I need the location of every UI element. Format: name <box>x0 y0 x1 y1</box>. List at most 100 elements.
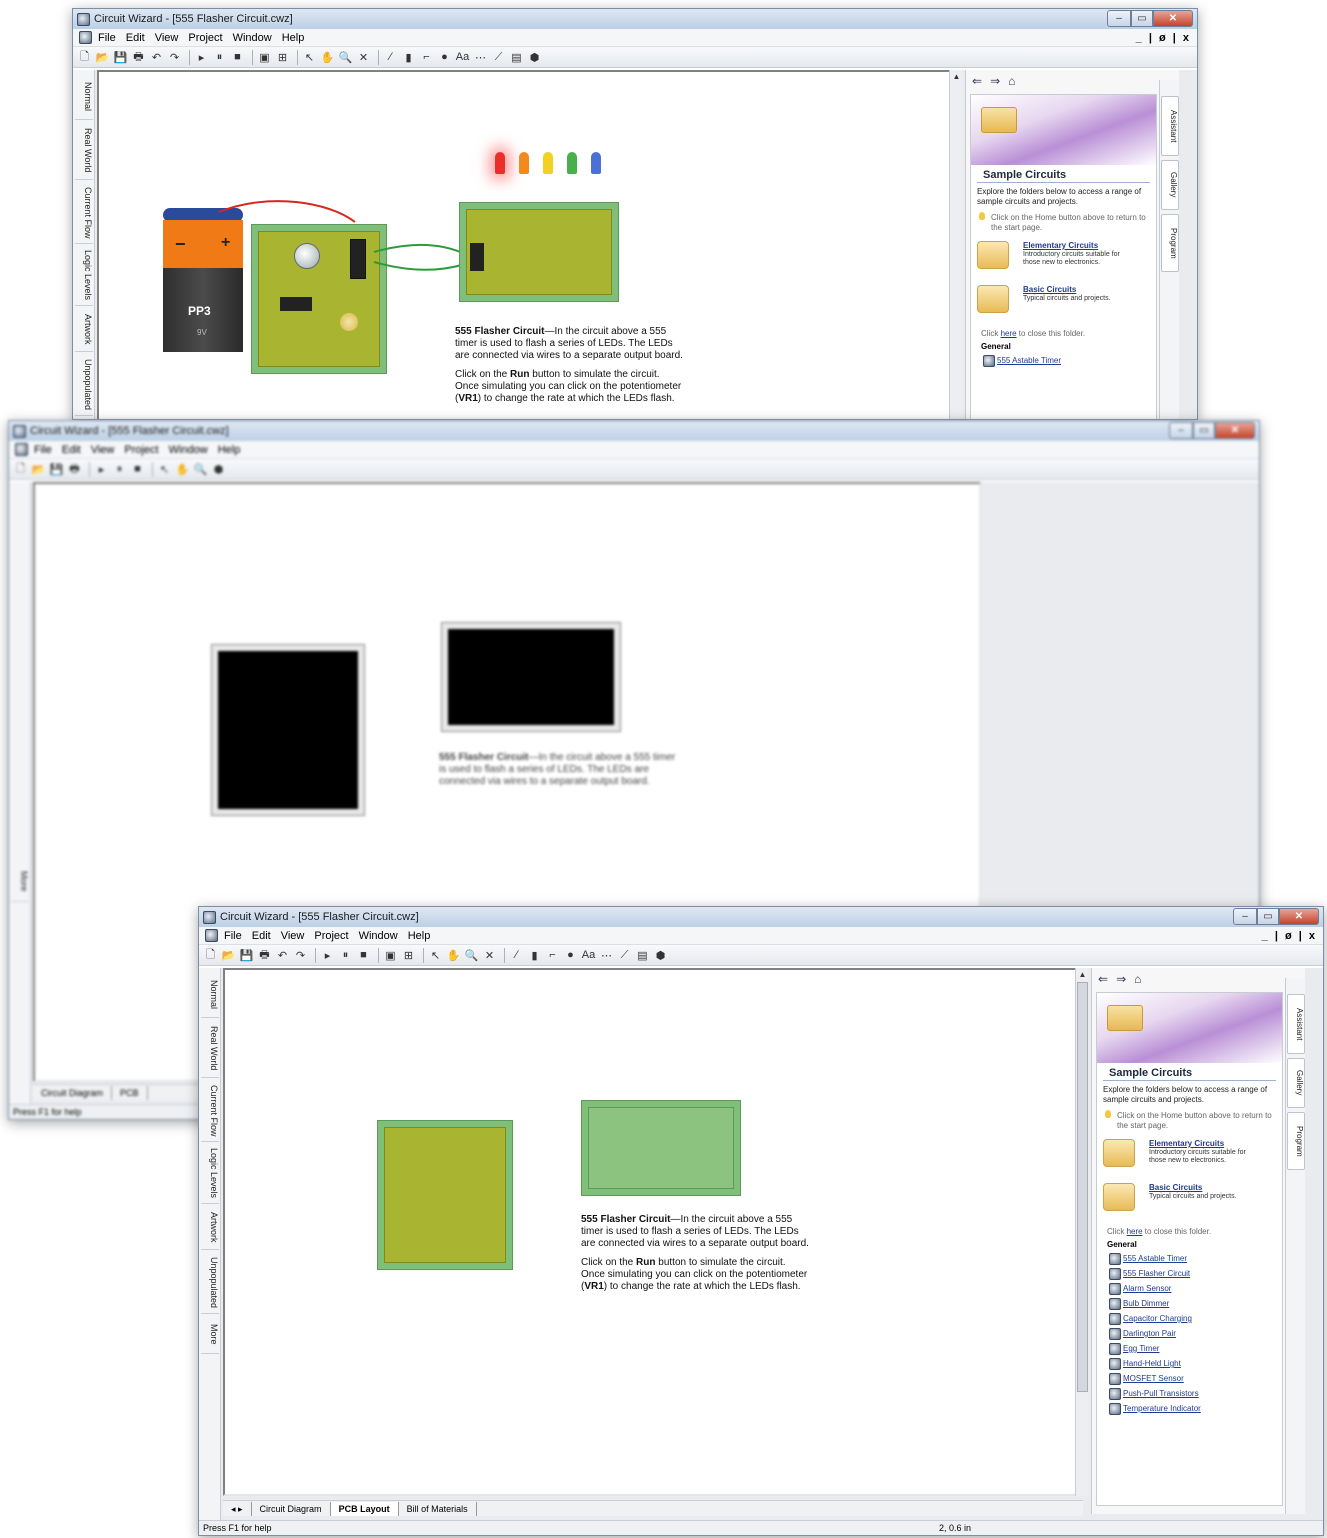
tab-real-world[interactable]: Real World <box>75 122 93 180</box>
print-icon[interactable]: 🖶 <box>131 50 146 65</box>
pause-icon[interactable]: ⏸ <box>212 50 227 65</box>
document-icon[interactable] <box>79 31 92 44</box>
menu-edit[interactable]: Edit <box>62 444 81 456</box>
sample-egg-timer[interactable]: Egg Timer <box>1097 1341 1282 1356</box>
run-icon[interactable]: ▸ <box>320 948 335 963</box>
forward-arrow-icon[interactable]: ⇒ <box>990 74 1000 88</box>
menu-help[interactable]: Help <box>282 32 305 44</box>
document-icon[interactable] <box>15 443 28 456</box>
output-pcb-board[interactable] <box>459 202 619 302</box>
sample-555-astable-timer[interactable]: 555 Astable Timer <box>1097 1251 1282 1266</box>
tab-more[interactable]: More <box>201 1316 219 1354</box>
sample-alarm-sensor[interactable]: Alarm Sensor <box>1097 1281 1282 1296</box>
hand-icon[interactable]: ✋ <box>175 462 190 477</box>
back-arrow-icon[interactable]: ⇐ <box>1098 972 1108 986</box>
menu-view[interactable]: View <box>91 444 115 456</box>
tab-program[interactable]: Program <box>1287 1112 1305 1170</box>
title-bar[interactable]: Circuit Wizard - [555 Flasher Circuit.cw… <box>9 421 1259 441</box>
category-elementary[interactable]: Elementary Circuits Introductory circuits… <box>1103 1137 1276 1177</box>
graph-icon[interactable]: ⟋ <box>491 50 506 65</box>
run-icon[interactable]: ▸ <box>194 50 209 65</box>
menu-help[interactable]: Help <box>408 930 431 942</box>
delete-icon[interactable]: ✕ <box>356 50 371 65</box>
wire-icon[interactable]: ∕ <box>509 948 524 963</box>
close-folder-link[interactable]: here <box>1127 1227 1143 1236</box>
title-bar[interactable]: Circuit Wizard - [555 Flasher Circuit.cw… <box>73 9 1197 29</box>
close-button[interactable]: ✕ <box>1279 908 1319 925</box>
pad-icon[interactable]: ● <box>437 50 452 65</box>
pcb-layout-canvas[interactable]: 555 Flasher Circuit—In the circuit above… <box>223 968 1083 1496</box>
minimize-button[interactable]: – <box>1107 10 1131 27</box>
undo-icon[interactable]: ↶ <box>149 50 164 65</box>
tab-artwork[interactable]: Artwork <box>75 308 93 352</box>
sample-mosfet-sensor[interactable]: MOSFET Sensor <box>1097 1371 1282 1386</box>
stop-icon[interactable]: ■ <box>356 948 371 963</box>
tab-bill-of-materials[interactable]: Bill of Materials <box>399 1501 477 1516</box>
close-button[interactable]: ✕ <box>1215 422 1255 439</box>
undo-icon[interactable]: ↶ <box>275 948 290 963</box>
hand-icon[interactable]: ✋ <box>320 50 335 65</box>
open-icon[interactable]: 📂 <box>31 462 46 477</box>
category-basic[interactable]: Basic Circuits Typical circuits and proje… <box>977 283 1150 323</box>
delete-icon[interactable]: ✕ <box>482 948 497 963</box>
output-pcb-artwork[interactable] <box>441 622 621 732</box>
sample-hand-held-light[interactable]: Hand-Held Light <box>1097 1356 1282 1371</box>
mdi-controls[interactable]: _ | ø | x <box>1262 930 1317 942</box>
gallery-icon[interactable]: ⬢ <box>653 948 668 963</box>
tab-current-flow[interactable]: Current Flow <box>201 1080 219 1142</box>
text-icon[interactable]: Aa <box>455 50 470 65</box>
graph-icon[interactable]: ⟋ <box>617 948 632 963</box>
scroll-up-arrow[interactable]: ▲ <box>950 70 963 84</box>
basic-link[interactable]: Basic Circuits <box>1149 1183 1202 1192</box>
maximize-button[interactable]: ▭ <box>1193 422 1215 439</box>
menu-window[interactable]: Window <box>233 32 272 44</box>
tab-assistant[interactable]: Assistant <box>1287 994 1305 1054</box>
home-icon[interactable]: ⌂ <box>1134 972 1141 986</box>
redo-icon[interactable]: ↷ <box>293 948 308 963</box>
menu-project[interactable]: Project <box>188 32 222 44</box>
menu-file[interactable]: File <box>98 32 116 44</box>
tab-nav-arrows[interactable]: ◂ ▸ <box>223 1501 252 1516</box>
tab-current-flow[interactable]: Current Flow <box>75 182 93 244</box>
led-yellow[interactable] <box>543 152 553 174</box>
select-icon[interactable]: ↖ <box>157 462 172 477</box>
menu-project[interactable]: Project <box>124 444 158 456</box>
tab-real-world[interactable]: Real World <box>201 1020 219 1078</box>
elementary-link[interactable]: Elementary Circuits <box>1149 1139 1224 1148</box>
basic-link[interactable]: Basic Circuits <box>1023 285 1076 294</box>
document-icon[interactable] <box>205 929 218 942</box>
track-icon[interactable]: ⌐ <box>419 50 434 65</box>
tab-logic-levels[interactable]: Logic Levels <box>201 1144 219 1204</box>
canvas-scrollbar[interactable]: ▲ <box>949 70 963 419</box>
save-icon[interactable]: 💾 <box>239 948 254 963</box>
save-icon[interactable]: 💾 <box>113 50 128 65</box>
output-pcb-board[interactable] <box>581 1100 741 1196</box>
menu-file[interactable]: File <box>34 444 52 456</box>
sample-link[interactable]: 555 Astable Timer <box>971 353 1156 368</box>
sample-capacitor-charging[interactable]: Capacitor Charging <box>1097 1311 1282 1326</box>
save-icon[interactable]: 💾 <box>49 462 64 477</box>
tab-assistant[interactable]: Assistant <box>1161 96 1179 156</box>
pause-icon[interactable]: ⏸ <box>338 948 353 963</box>
stop-icon[interactable]: ■ <box>230 50 245 65</box>
tab-unpopulated[interactable]: Unpopulated <box>75 354 93 416</box>
mdi-controls[interactable]: _ | ø | x <box>1136 32 1191 44</box>
tab-normal[interactable]: Normal <box>75 74 93 120</box>
tab-unpopulated[interactable]: Unpopulated <box>201 1252 219 1314</box>
new-icon[interactable]: 🗋 <box>13 462 28 477</box>
wire-icon[interactable]: ∕ <box>383 50 398 65</box>
select-icon[interactable]: ↖ <box>302 50 317 65</box>
new-icon[interactable]: 🗋 <box>77 50 92 65</box>
led-red[interactable] <box>495 152 505 174</box>
tab-normal[interactable]: Normal <box>201 972 219 1018</box>
component-icon[interactable]: ⊞ <box>275 50 290 65</box>
select-icon[interactable]: ↖ <box>428 948 443 963</box>
home-icon[interactable]: ⌂ <box>1008 74 1015 88</box>
pad-icon[interactable]: ● <box>563 948 578 963</box>
maximize-button[interactable]: ▭ <box>1257 908 1279 925</box>
close-folder-link[interactable]: here <box>1001 329 1017 338</box>
minimize-button[interactable]: – <box>1169 422 1193 439</box>
tab-more[interactable]: More <box>11 862 29 902</box>
circuit-canvas[interactable]: − + PP3 9V 555 Flasher Circuit—In the ci… <box>97 70 957 419</box>
led-green[interactable] <box>567 152 577 174</box>
